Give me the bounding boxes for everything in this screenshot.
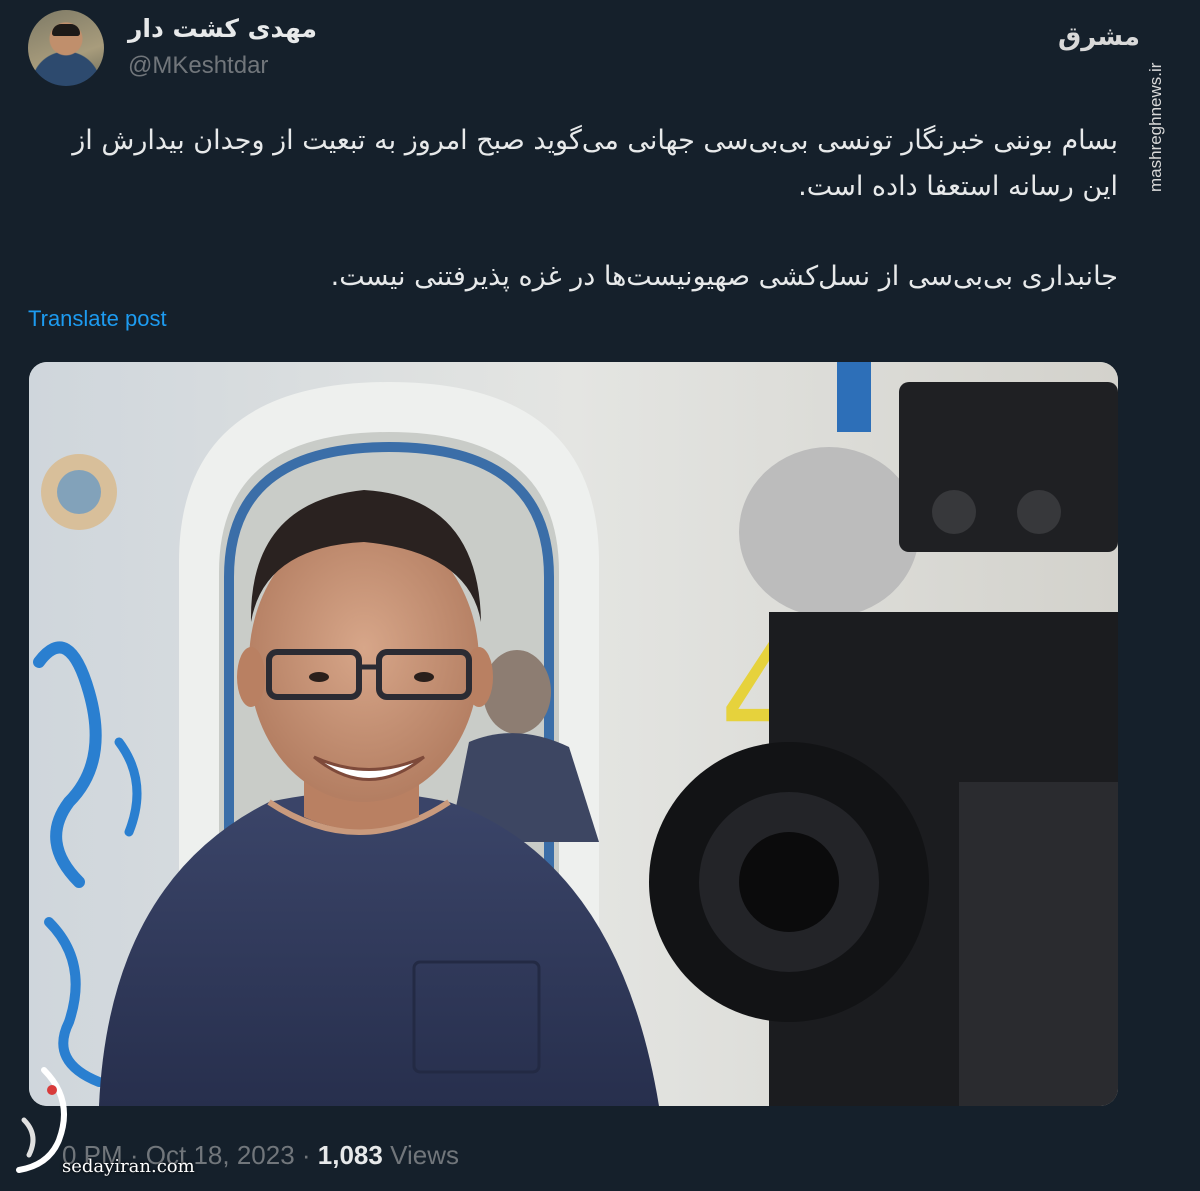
tweet-photo[interactable]: 47 <box>29 362 1118 1106</box>
mashregh-logo: مشرق <box>1058 22 1140 52</box>
author-handle[interactable]: @MKeshtdar <box>128 52 268 80</box>
author-avatar[interactable] <box>28 10 104 86</box>
tweet-card: مهدی کشت دار @MKeshtdar مشرق mashreghnew… <box>0 0 1200 1191</box>
tweet-paragraph-2: جانبداری بی‌بی‌سی از نسل‌کشی صهیونیست‌ها… <box>330 261 1118 292</box>
tweet-paragraph-1: بسام بوننی خبرنگار تونسی بی‌بی‌سی جهانی … <box>72 125 1118 202</box>
views-label: Views <box>382 1140 459 1170</box>
site-url-vertical: mashreghnews.ir <box>1146 62 1165 192</box>
author-display-name[interactable]: مهدی کشت دار <box>128 14 317 43</box>
sedayiran-watermark: sedayiran.com <box>62 1156 195 1177</box>
tweet-text: بسام بوننی خبرنگار تونسی بی‌بی‌سی جهانی … <box>40 118 1118 300</box>
photo-illustration: 47 <box>29 362 1118 1106</box>
translate-post-link[interactable]: Translate post <box>28 306 167 332</box>
views-count: 1,083 <box>317 1140 383 1170</box>
